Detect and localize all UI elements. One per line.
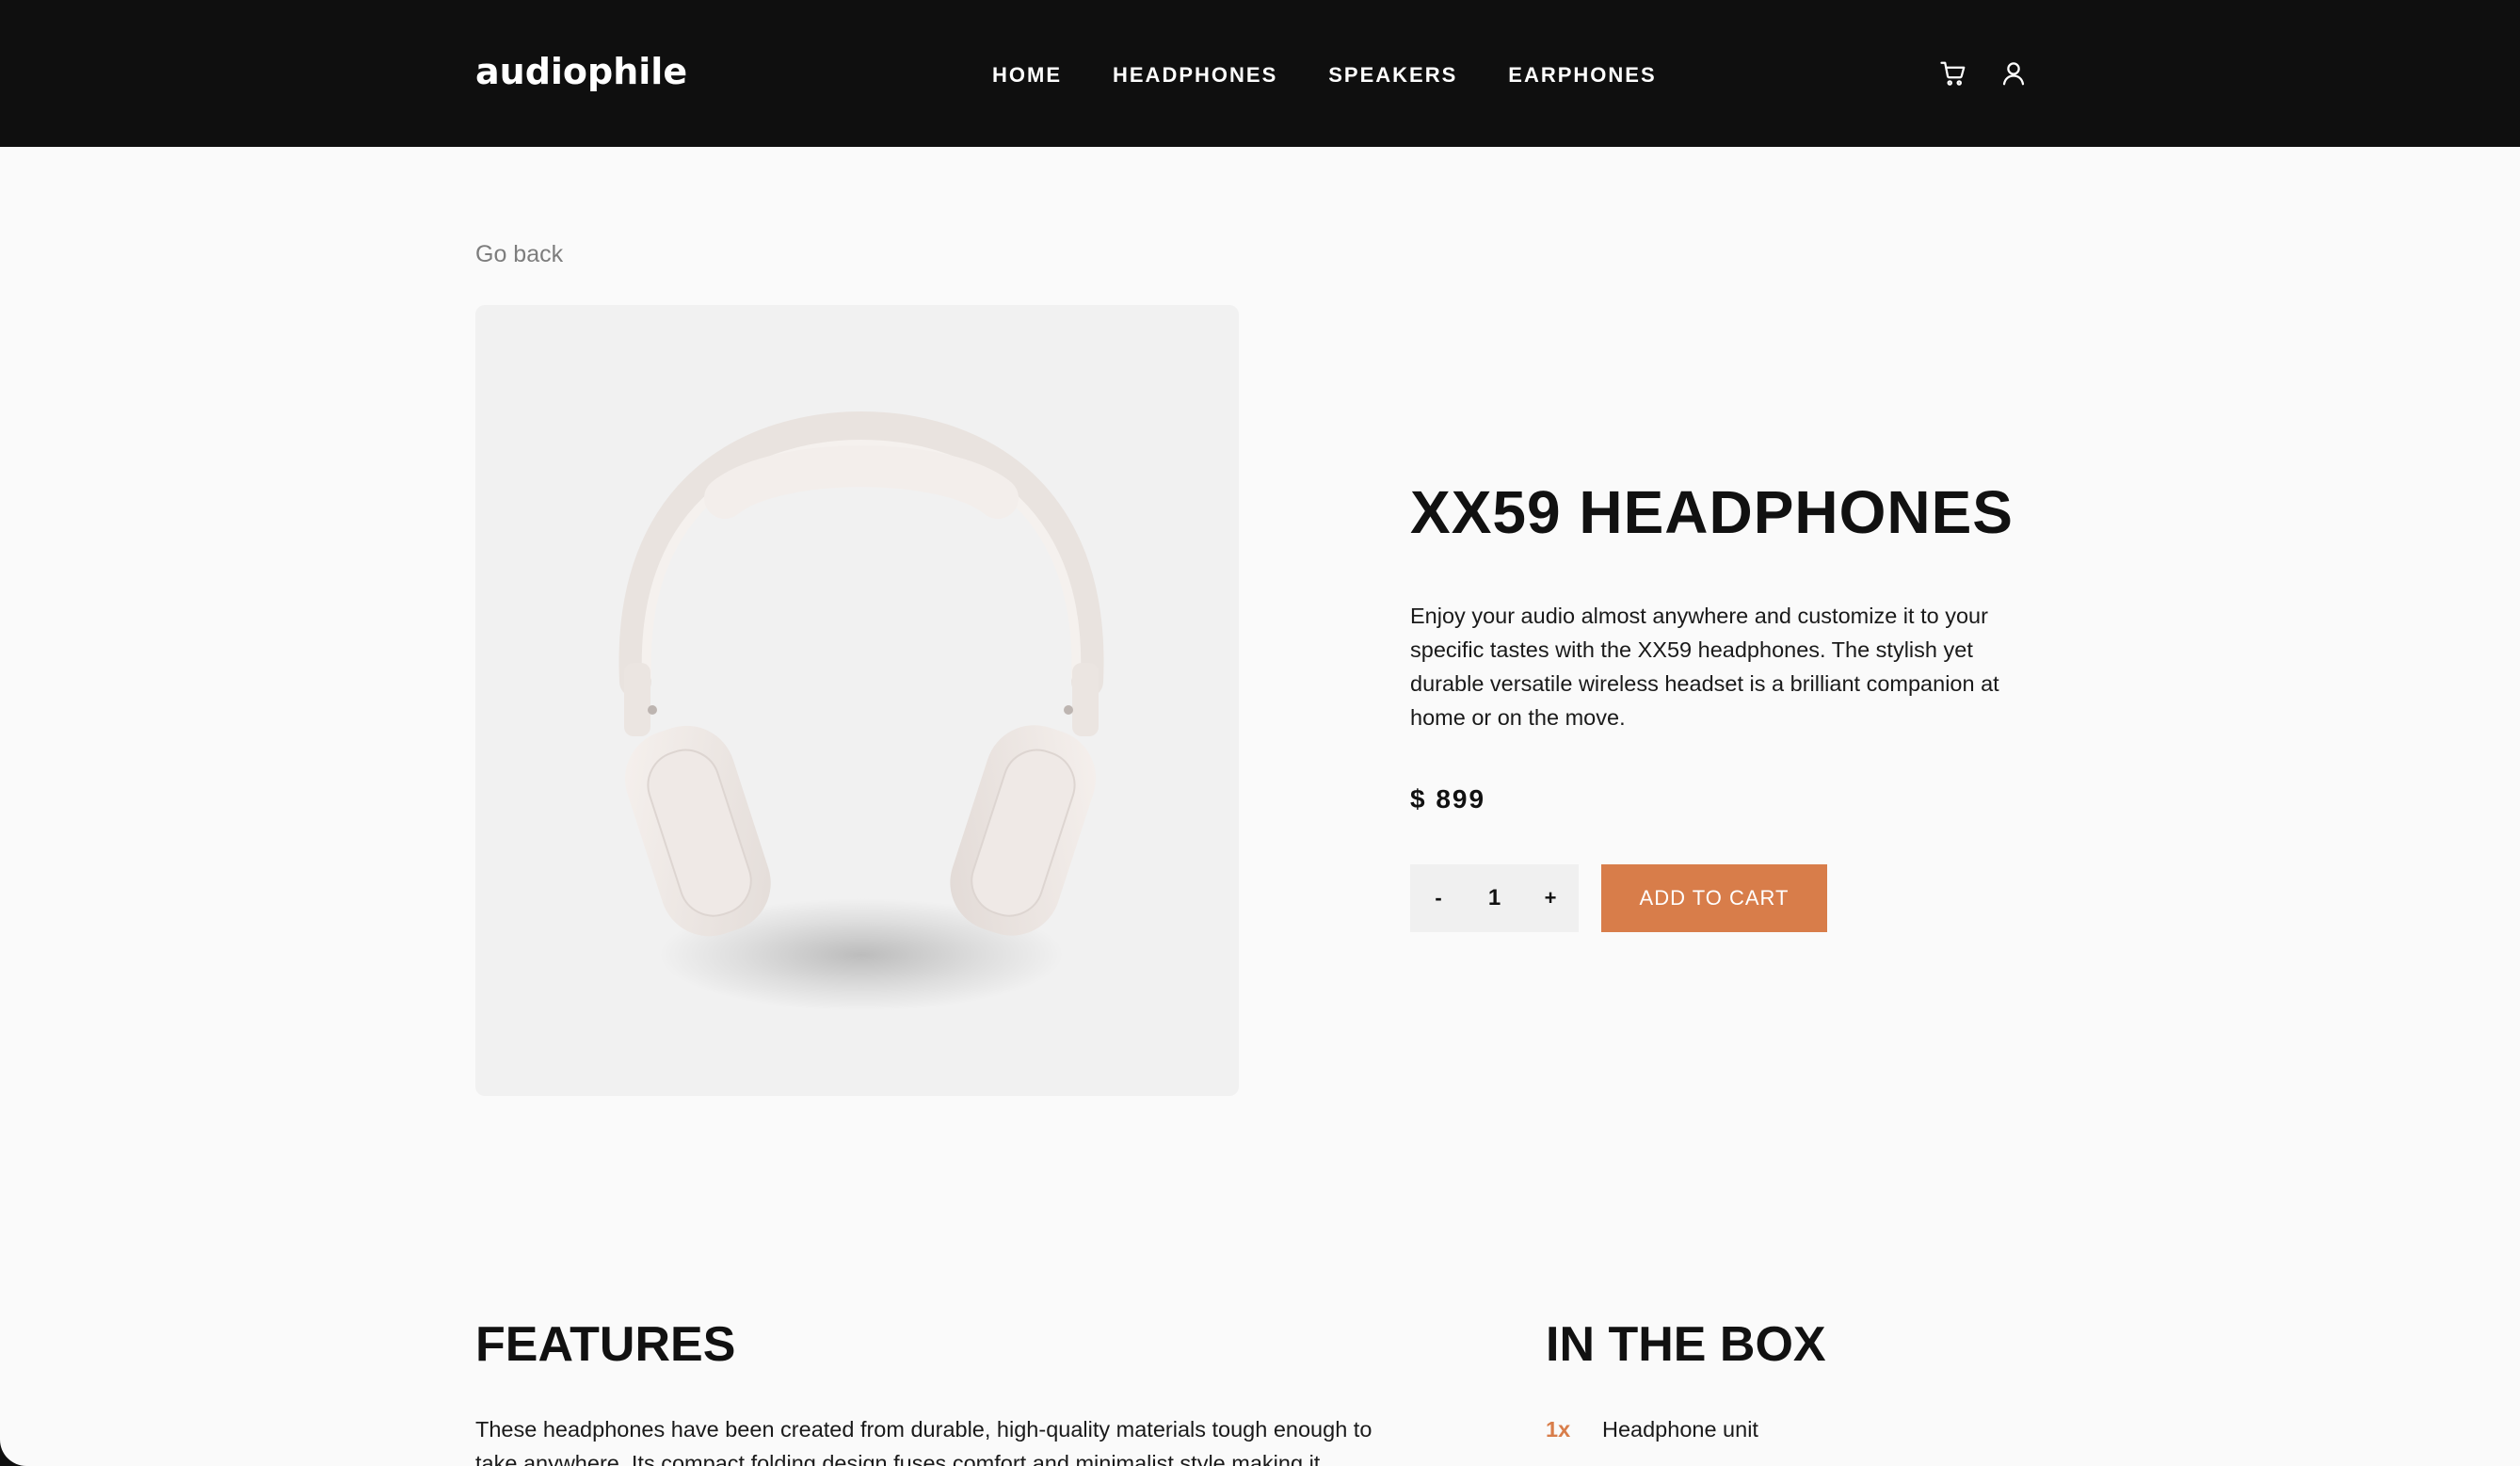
nav-headphones[interactable]: HEADPHONES [1113,59,1277,91]
user-icon [2002,62,2025,86]
list-item: 1x Headphone unit [1546,1412,1758,1446]
main-nav: HOME HEADPHONES SPEAKERS EARPHONES [992,59,1657,91]
product-description: Enjoy your audio almost anywhere and cus… [1410,604,1999,730]
cart-icon [1940,61,1966,86]
cart-button[interactable] [1937,57,1969,89]
quantity-decrease-button[interactable]: - [1410,864,1467,932]
quantity-increase-button[interactable]: + [1522,864,1579,932]
quantity-stepper: - 1 + [1410,864,1579,932]
site-header: audiophile HOME HEADPHONES SPEAKERS EARP… [0,0,2520,147]
add-to-cart-button[interactable]: ADD TO CART [1601,864,1827,932]
in-the-box-list: 1x Headphone unit [1546,1412,1758,1446]
product-image [475,305,1239,1096]
product-price: $ 899 [1410,784,1486,814]
quantity-value: 1 [1487,885,1501,910]
logo[interactable]: audiophile [475,47,687,96]
page: audiophile HOME HEADPHONES SPEAKERS EARP… [0,0,2520,1466]
product-title: XX59 HEADPHONES [1410,478,2014,546]
headphones-image [618,411,1104,1011]
features-heading: FEATURES [475,1317,736,1372]
go-back-link[interactable]: Go back [475,237,563,271]
nav-speakers[interactable]: SPEAKERS [1328,59,1457,91]
nav-earphones[interactable]: EARPHONES [1508,59,1656,91]
box-item-name: Headphone unit [1602,1417,1758,1442]
nav-home[interactable]: HOME [992,59,1062,91]
features-text: These headphones have been created from … [475,1417,1372,1466]
account-button[interactable] [1998,57,2030,89]
box-item-quantity: 1x [1546,1417,1571,1442]
in-the-box-heading: IN THE BOX [1546,1317,1826,1372]
